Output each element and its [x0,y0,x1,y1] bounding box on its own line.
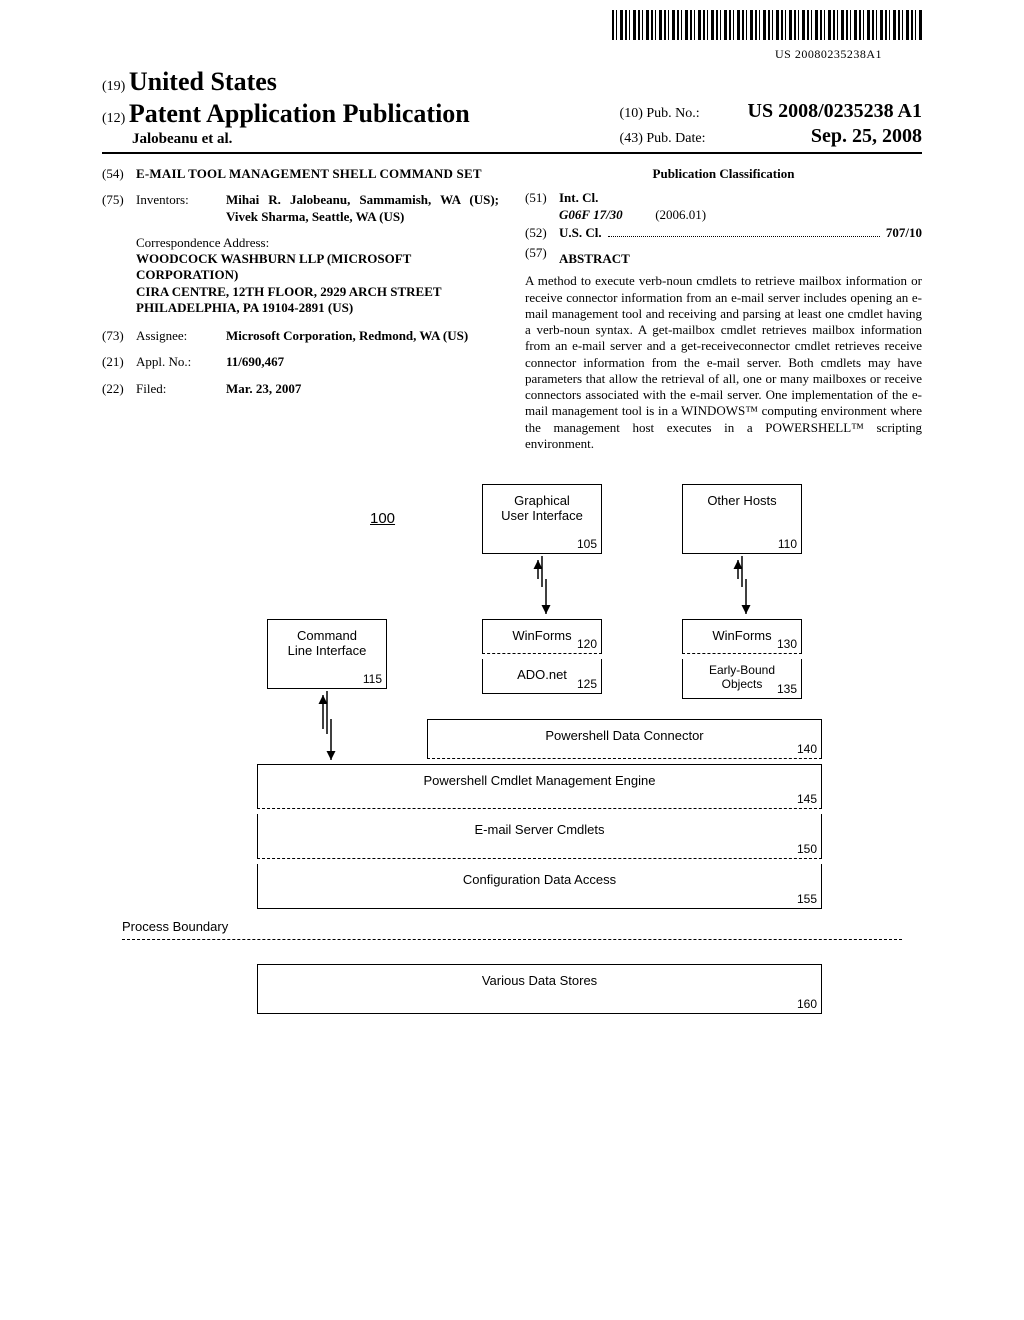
box-ebo: Early-Bound Objects 135 [682,659,802,699]
right-col: Publication Classification (51) Int. Cl.… [525,166,922,452]
n73: (73) [102,328,136,344]
esc-label: E-mail Server Cmdlets [262,822,817,837]
uscl-val: 707/10 [886,225,922,241]
figure-1: 100 Graphical User Interface 105 Other H… [102,474,922,1044]
hdr-19: (19) [102,79,125,94]
box-gui: Graphical User Interface 105 [482,484,602,554]
box-ado: ADO.net 125 [482,659,602,694]
pubdate: Sep. 25, 2008 [748,125,922,148]
applno-label: Appl. No.: [136,354,226,370]
pcm-label: Powershell Cmdlet Management Engine [262,773,817,788]
body-columns: (54) E-MAIL TOOL MANAGEMENT SHELL COMMAN… [102,166,922,452]
pdc-ref: 140 [797,742,817,756]
filed-label: Filed: [136,381,226,397]
abstract-text: A method to execute verb-noun cmdlets to… [525,273,922,452]
ref-100: 100 [370,510,395,527]
box-esc: E-mail Server Cmdlets 150 [257,814,822,859]
process-boundary-line [122,939,902,940]
authors: Jalobeanu et al. [102,131,470,148]
dot-leader [608,226,880,237]
assignee: Microsoft Corporation, Redmond, WA (US) [226,328,499,344]
barcode [612,10,922,40]
n22: (22) [102,381,136,397]
uscl-label: U.S. Cl. [559,225,602,241]
intcl-year: (2006.01) [655,207,706,222]
n57: (57) [525,245,559,271]
box-pcm: Powershell Cmdlet Management Engine 145 [257,764,822,809]
box-vds: Various Data Stores 160 [257,964,822,1014]
barcode-number: US 20080235238A1 [775,47,922,61]
ebo-ref: 135 [777,682,797,696]
box-winforms-1: WinForms 120 [482,619,602,654]
inventors: Mihai R. Jalobeanu, Sammamish, WA (US); … [226,192,499,225]
barcode-area: US 20080235238A1 [102,10,922,63]
n52: (52) [525,225,559,241]
pcm-ref: 145 [797,792,817,806]
pubno-label: (10) Pub. No.: [620,106,740,122]
vds-ref: 160 [797,997,817,1011]
cli-ref: 115 [363,672,382,686]
box-pdc: Powershell Data Connector 140 [427,719,822,759]
other-ref: 110 [778,537,797,551]
n75: (75) [102,192,136,225]
cli-label: Command Line Interface [272,628,382,658]
n51: (51) [525,190,559,223]
process-boundary-label: Process Boundary [122,919,228,934]
connector-arrows [102,474,922,1044]
filed-text: Mar. 23, 2007 [226,381,301,396]
corr-label: Correspondence Address: [136,235,269,250]
wf2-ref: 130 [777,637,797,651]
header: (19) United States (12) Patent Applicati… [102,67,922,154]
box-winforms-2: WinForms 130 [682,619,802,654]
pubdate-label: (43) Pub. Date: [620,131,740,147]
pub-title: Patent Application Publication [129,99,470,128]
hdr-12: (12) [102,111,125,126]
applno-text: 11/690,467 [226,354,284,369]
country: United States [129,67,277,96]
pdc-label: Powershell Data Connector [432,728,817,743]
pubclass-heading: Publication Classification [525,166,922,182]
correspondence: Correspondence Address: WOODCOCK WASHBUR… [136,235,499,316]
filed: Mar. 23, 2007 [226,381,499,397]
n54: (54) [102,166,136,182]
n21: (21) [102,354,136,370]
box-otherhosts: Other Hosts 110 [682,484,802,554]
ado-ref: 125 [577,677,597,691]
intcl-label: Int. Cl. [559,190,598,205]
wf1-ref: 120 [577,637,597,651]
assignee-label: Assignee: [136,328,226,344]
other-label: Other Hosts [687,493,797,508]
applno: 11/690,467 [226,354,499,370]
inventors-text: Mihai R. Jalobeanu, Sammamish, WA (US); … [226,192,499,223]
title-54: E-MAIL TOOL MANAGEMENT SHELL COMMAND SET [136,166,499,182]
cda-label: Configuration Data Access [262,872,817,887]
left-col: (54) E-MAIL TOOL MANAGEMENT SHELL COMMAN… [102,166,499,452]
patent-page: US 20080235238A1 (19) United States (12)… [102,0,922,1084]
intcl-code: G06F 17/30 [559,207,623,222]
cda-ref: 155 [797,892,817,906]
vds-label: Various Data Stores [262,973,817,988]
gui-label: Graphical User Interface [487,493,597,523]
box-cli: Command Line Interface 115 [267,619,387,689]
inventors-label: Inventors: [136,192,226,225]
abstract-heading: ABSTRACT [559,251,922,267]
corr-addr: WOODCOCK WASHBURN LLP (MICROSOFT CORPORA… [136,251,442,315]
gui-ref: 105 [577,537,597,551]
esc-ref: 150 [797,842,817,856]
pubno: US 2008/0235238 A1 [748,100,922,123]
assignee-text: Microsoft Corporation, Redmond, WA (US) [226,328,468,343]
box-cda: Configuration Data Access 155 [257,864,822,909]
